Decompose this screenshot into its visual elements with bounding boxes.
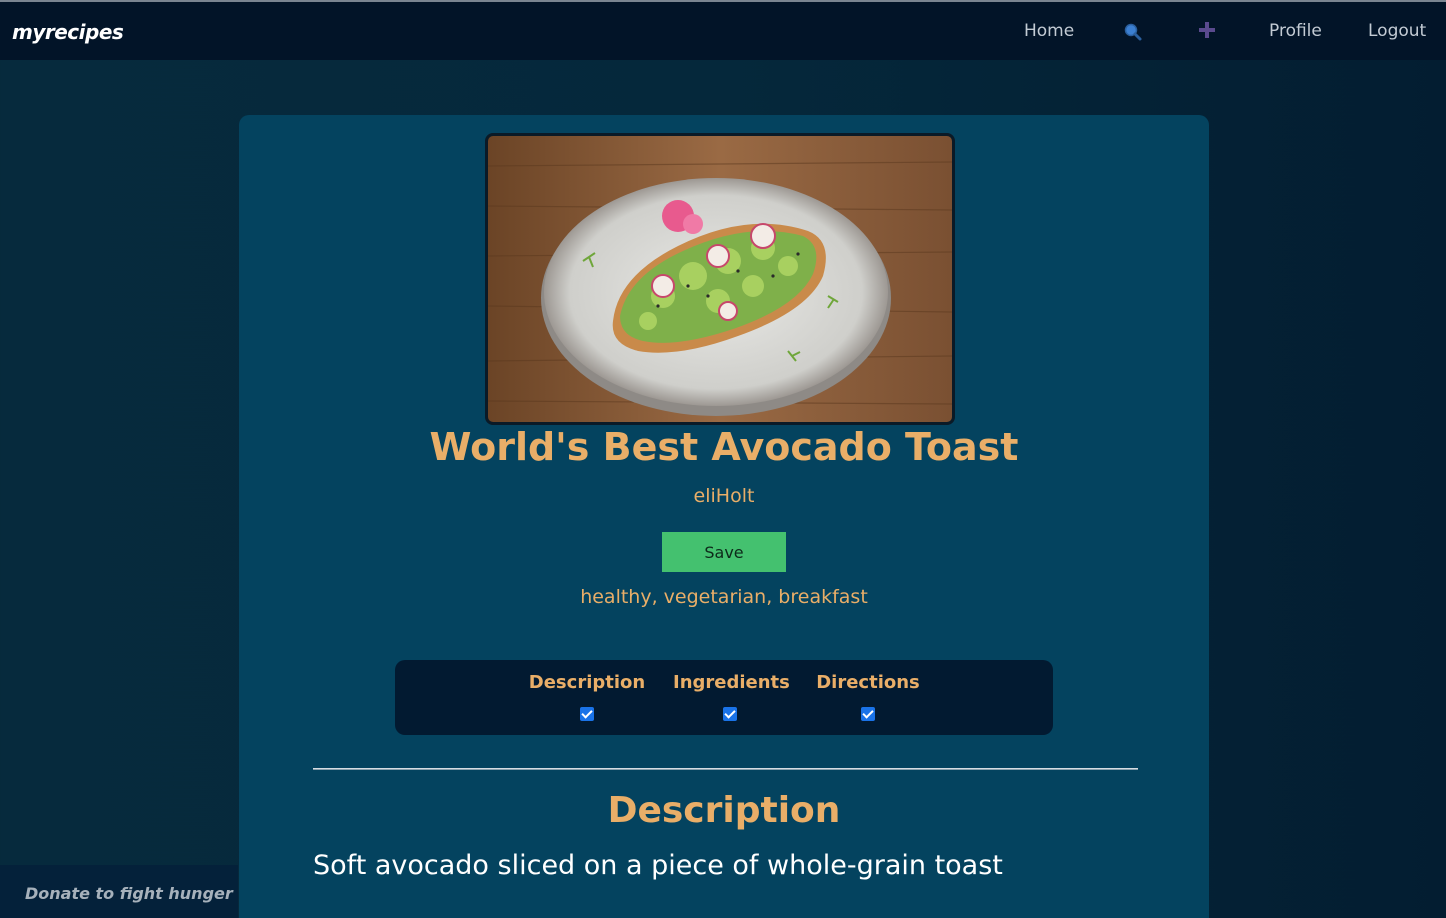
recipe-photo — [485, 133, 955, 425]
toggle-ingredients: Ingredients — [673, 672, 790, 726]
toggle-directions-checkbox[interactable] — [861, 707, 875, 721]
nav-profile-link[interactable]: Profile — [1269, 21, 1322, 41]
toggle-description-checkbox[interactable] — [580, 707, 594, 721]
recipe-title: World's Best Avocado Toast — [429, 425, 1019, 469]
nav-home-link[interactable]: Home — [1024, 21, 1074, 41]
description-heading: Description — [607, 790, 841, 831]
save-button[interactable]: Save — [662, 532, 786, 572]
recipe-tags: healthy, vegetarian, breakfast — [580, 586, 868, 608]
donate-banner[interactable]: Donate to fight hunger — [0, 865, 238, 918]
nav-logout-link[interactable]: Logout — [1368, 21, 1426, 41]
donate-text: Donate to fight hunger — [25, 884, 233, 903]
brand-logo[interactable]: myrecipes — [12, 20, 124, 44]
recipe-card: World's Best Avocado Toast eliHolt Save … — [239, 115, 1209, 918]
description-text: Soft avocado sliced on a piece of whole-… — [313, 850, 1003, 881]
plus-icon[interactable] — [1197, 20, 1217, 40]
recipe-author[interactable]: eliHolt — [239, 485, 1209, 507]
toggle-description: Description — [527, 672, 647, 726]
section-divider — [313, 768, 1138, 770]
toggle-directions: Directions — [813, 672, 923, 726]
toggle-description-label: Description — [528, 672, 646, 693]
toggle-ingredients-label: Ingredients — [673, 672, 790, 693]
toggle-ingredients-checkbox[interactable] — [723, 707, 737, 721]
section-toggle-bar: Description Ingredients Directions — [395, 660, 1053, 735]
search-icon[interactable] — [1123, 22, 1143, 42]
toggle-directions-label: Directions — [816, 672, 920, 693]
navbar: myrecipes Home Profile Logout — [0, 2, 1446, 60]
